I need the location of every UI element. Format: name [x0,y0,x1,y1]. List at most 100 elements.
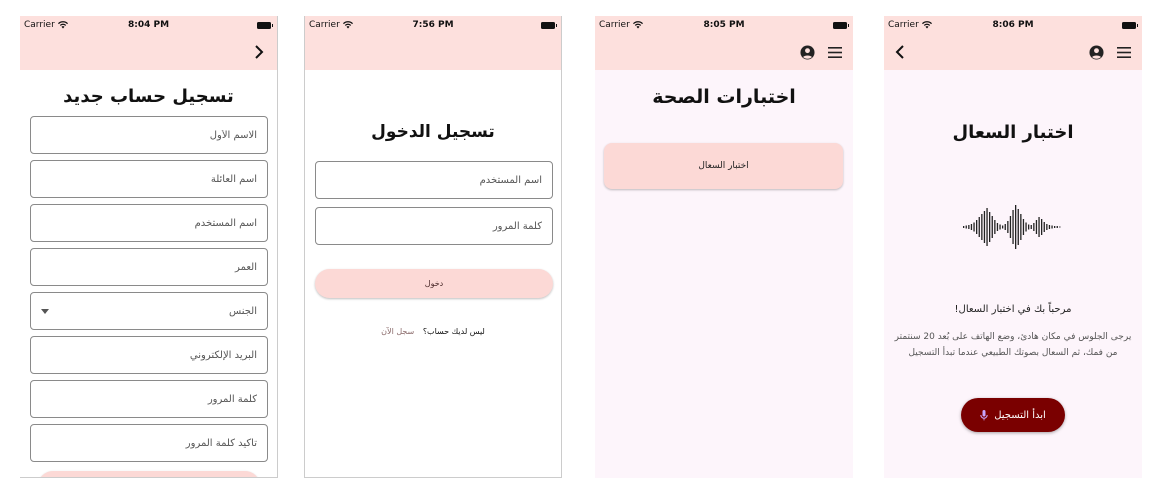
register-link[interactable]: سجل الآن [381,327,414,336]
carrier-label: Carrier [599,20,630,30]
username-field[interactable] [315,161,553,199]
wave-bar [983,211,986,243]
status-bar: Carrier 7:56 PM [305,16,561,34]
wave-bar [981,214,983,240]
dropdown-arrow-icon [41,308,49,314]
carrier-label: Carrier [309,20,340,30]
first-name-field[interactable] [30,116,268,154]
status-bar: Carrier 8:04 PM [20,16,277,34]
last-name-field[interactable] [30,160,268,198]
wave-bar [991,216,993,238]
wave-bar [970,224,973,230]
cough-test-screen: Carrier 8:06 PM اختبار السعال !مرحباً بك… [884,16,1142,478]
wifi-icon [57,21,68,29]
health-header: Carrier 8:05 PM [595,16,853,70]
page-title: تسجيل الدخول [371,122,495,142]
status-bar: Carrier 8:05 PM [595,16,853,34]
wave-bar [1038,217,1040,237]
wave-bar [1012,210,1014,244]
status-time: 8:05 PM [703,20,745,30]
wave-bar [1051,225,1053,229]
page-title: تسجيل حساب جديد [63,86,234,107]
age-field[interactable] [30,248,268,286]
carrier-label: Carrier [24,20,55,30]
carrier: Carrier [599,20,643,30]
cough-test-card[interactable]: اختبار السعال [604,143,843,189]
battery-icon [1122,21,1138,29]
wave-bar [1059,226,1061,228]
wave-bar [1030,225,1032,229]
password-field[interactable] [30,380,268,418]
wifi-icon [921,21,932,29]
username-field[interactable] [30,204,268,242]
wave-bar [1025,222,1027,232]
carrier: Carrier [888,20,932,30]
wave-bar [1056,226,1058,228]
wave-bar [1033,223,1035,231]
wave-bar [1004,224,1006,230]
no-account-text: ليس لديك حساب؟ [422,327,485,336]
register-screen: Carrier 8:04 PM تسجيل حساب جديد الجنس [20,16,278,478]
wave-bar [978,217,980,237]
wifi-icon [342,21,353,29]
wave-bar [965,225,967,229]
status-time: 8:06 PM [992,20,1034,30]
wave-bar [1017,209,1019,245]
welcome-text: !مرحباً بك في اختبار السعال [954,304,1072,315]
wave-bar [1022,219,1025,235]
wave-bar [1046,224,1048,230]
wave-bar [994,220,996,234]
battery-icon [541,21,557,29]
navbar [595,34,853,70]
wave-bar [1048,225,1051,229]
status-time: 8:04 PM [127,20,170,30]
back-chevron-icon[interactable] [890,42,910,62]
carrier-label: Carrier [888,20,919,30]
wave-bar [1035,220,1038,234]
wave-bar [1054,226,1056,228]
register-button-partial[interactable] [38,471,260,477]
sound-wave-icon [963,205,1061,249]
gender-select[interactable]: الجنس [30,292,268,330]
carrier: Carrier [24,20,68,30]
instructions-text: يرجى الجلوس في مكان هادئ، وضع الهاتف على… [894,332,1132,358]
wifi-icon [632,21,643,29]
register-header: Carrier 8:04 PM [20,16,277,70]
health-tests-screen: Carrier 8:05 PM اختبارات الصحة اختبار ال… [595,16,853,478]
wave-bar [1009,216,1012,238]
wave-bar [973,222,975,232]
cough-header: Carrier 8:06 PM [884,16,1142,70]
wave-bar [963,226,965,228]
start-recording-button[interactable]: ابدأ التسجيل [961,398,1065,432]
page-title: اختبار السعال [952,122,1074,143]
login-button[interactable]: دخول [315,269,553,298]
navbar [20,34,277,70]
wave-bar [968,225,970,229]
carrier: Carrier [309,20,353,30]
wave-bar [1015,205,1017,249]
battery-icon [257,21,273,29]
navbar [884,34,1142,70]
wave-bar [1028,224,1030,230]
microphone-icon [980,409,988,420]
menu-icon[interactable] [825,42,845,62]
wave-bar [1007,221,1009,233]
gender-select-label: الجنس [228,305,257,317]
menu-icon[interactable] [1114,42,1134,62]
account-icon[interactable] [1086,42,1106,62]
login-screen: Carrier 7:56 PM تسجيل الدخول دخول ليس لد… [304,16,562,478]
password-field[interactable] [315,207,553,245]
wave-bar [989,212,991,242]
page-title: اختبارات الصحة [652,86,796,108]
email-field[interactable] [30,336,268,374]
register-prompt: ليس لديك حساب؟ سجل الآن [305,327,561,336]
account-icon[interactable] [797,42,817,62]
navbar [305,34,561,70]
wave-bar [996,223,999,231]
wave-bar [1041,219,1043,235]
battery-icon [833,21,849,29]
record-button-label: ابدأ التسجيل [994,409,1046,421]
forward-chevron-icon[interactable] [249,42,269,62]
wave-bar [976,220,978,234]
confirm-password-field[interactable] [30,424,268,462]
